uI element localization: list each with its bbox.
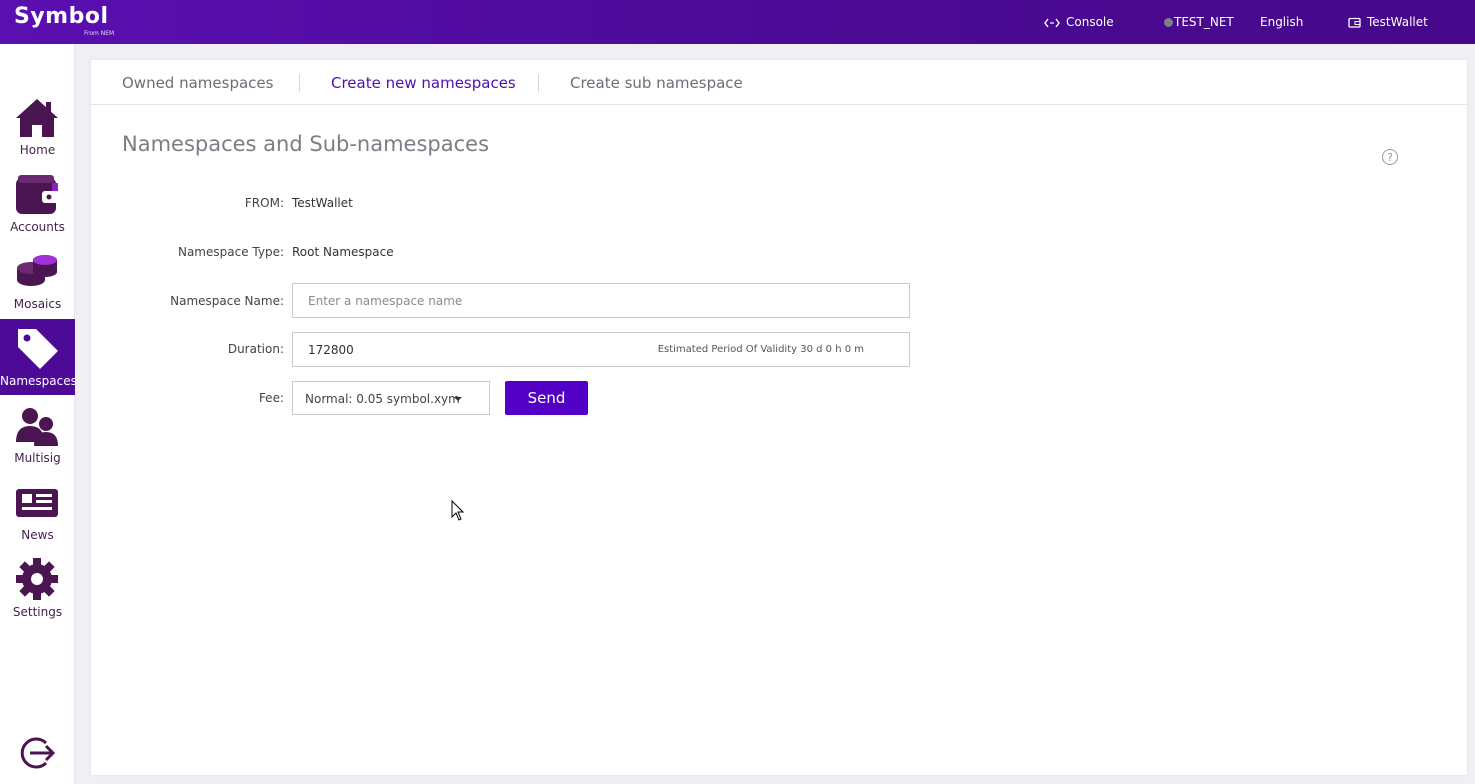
sidebar-item-label: Settings — [12, 605, 63, 619]
duration-validity-hint: Estimated Period Of Validity 30 d 0 h 0 … — [657, 344, 864, 355]
sidebar-item-multisig[interactable]: Multisig — [0, 396, 75, 472]
caret-down-icon — [454, 397, 462, 401]
tab-create-new-namespaces[interactable]: Create new namespaces — [331, 73, 516, 93]
duration-field[interactable]: 172800 Estimated Period Of Validity 30 d… — [292, 332, 910, 367]
sidebar-item-label: Mosaics — [13, 297, 62, 311]
wallet-label: TestWallet — [1367, 15, 1428, 29]
namespace-name-label: Namespace Name: — [170, 294, 284, 308]
home-icon — [16, 99, 58, 137]
console-label: Console — [1066, 15, 1114, 29]
fee-selected-value: Normal: 0.05 symbol.xym — [305, 392, 460, 406]
sidebar-item-label: Accounts — [10, 220, 65, 234]
network-label: TEST_NET — [1174, 15, 1234, 29]
duration-label: Duration: — [227, 342, 284, 356]
tab-divider — [538, 74, 539, 92]
namespace-type-value: Root Namespace — [292, 245, 394, 259]
help-icon[interactable]: ? — [1381, 148, 1399, 166]
code-arrows-icon — [1044, 18, 1060, 28]
svg-text:?: ? — [1387, 151, 1393, 164]
console-link[interactable]: Console — [1044, 14, 1114, 30]
namespace-name-input[interactable] — [293, 284, 909, 317]
network-status[interactable]: TEST_NET — [1164, 14, 1234, 30]
symbol-logo[interactable]: Symbol From NEM — [14, 4, 114, 37]
sidebar-item-settings[interactable]: Settings — [0, 550, 75, 626]
wallet-selector[interactable]: TestWallet — [1348, 14, 1428, 30]
page-title: Namespaces and Sub-namespaces — [122, 132, 490, 156]
namespace-tabs: Owned namespaces Create new namespaces C… — [91, 60, 1467, 105]
tab-create-sub-namespace[interactable]: Create sub namespace — [570, 73, 743, 93]
main-card: Owned namespaces Create new namespaces C… — [91, 60, 1467, 775]
sidebar-item-label: Namespaces — [0, 374, 77, 388]
from-label: FROM: — [244, 196, 284, 210]
tab-divider — [299, 74, 300, 92]
sidebar-item-news[interactable]: News — [0, 473, 75, 549]
sidebar-item-home[interactable]: Home — [0, 88, 75, 164]
logout-icon[interactable] — [18, 734, 56, 772]
sidebar-item-namespaces[interactable]: Namespaces — [0, 319, 77, 395]
namespace-type-label: Namespace Type: — [177, 245, 284, 259]
duration-value: 172800 — [308, 343, 354, 357]
from-value: TestWallet — [292, 196, 353, 210]
language-selector[interactable]: English — [1260, 14, 1303, 30]
logo-subtext: From NEM — [84, 30, 115, 37]
mouse-cursor-icon — [451, 500, 465, 521]
wallet-icon — [1348, 17, 1361, 28]
users-icon — [16, 408, 58, 446]
fee-select[interactable]: Normal: 0.05 symbol.xym — [292, 381, 490, 415]
top-bar: Symbol From NEM Console TEST_NET English… — [0, 0, 1475, 44]
gear-icon — [16, 558, 58, 600]
coins-icon — [17, 255, 57, 286]
newspaper-icon — [16, 489, 58, 517]
sidebar-item-mosaics[interactable]: Mosaics — [0, 242, 75, 318]
sidebar-item-accounts[interactable]: Accounts — [0, 165, 75, 241]
sidebar-item-label: Multisig — [14, 451, 61, 465]
fee-label: Fee: — [258, 391, 284, 405]
sidebar-item-label: News — [21, 528, 54, 542]
sidebar-item-label: Home — [19, 143, 56, 157]
sidebar: Home Accounts Mosaics Namespaces Multisi… — [0, 44, 77, 784]
wallet-icon — [16, 175, 58, 214]
tag-icon — [18, 329, 58, 369]
namespace-name-field — [292, 283, 910, 318]
logo-text: Symbol — [14, 4, 109, 29]
network-status-dot-icon — [1164, 18, 1173, 27]
send-button[interactable]: Send — [505, 381, 588, 415]
tab-owned-namespaces[interactable]: Owned namespaces — [122, 73, 273, 93]
